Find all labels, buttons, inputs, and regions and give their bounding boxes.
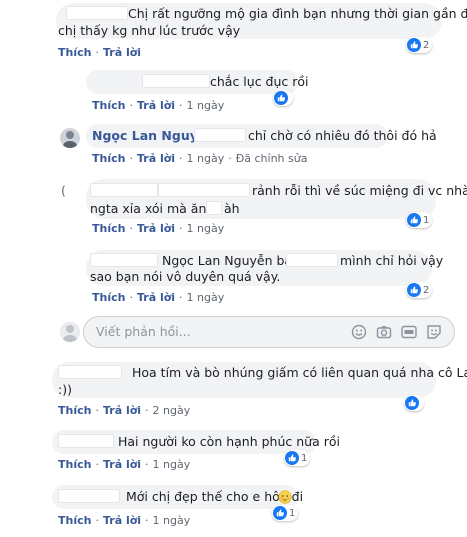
reply-button[interactable]: Trả lời — [103, 46, 141, 59]
comment-text: sao bạn nói vô duyên quá vậy. — [90, 269, 281, 284]
reply-button[interactable]: Trả lời — [103, 514, 141, 527]
reply-input[interactable]: Viết phản hồi... — [83, 316, 455, 348]
comment-text: chắc lục đục rồi — [210, 74, 309, 89]
comment-meta: Thích · Trả lời · 2 ngày — [58, 404, 191, 417]
timestamp: 2 ngày — [152, 404, 191, 417]
avatar[interactable] — [60, 128, 80, 148]
comment-bubble: rảnh rỗi thì về súc miệng đi vc nhà ngta… — [86, 179, 467, 219]
like-button[interactable]: Thích — [58, 514, 91, 527]
reply-placeholder: Viết phản hồi... — [96, 324, 191, 339]
comment-bubble: chắc lục đục rồi — [86, 70, 309, 94]
reaction-count[interactable]: 1 — [406, 212, 433, 228]
redacted-name — [194, 128, 246, 142]
like-button[interactable]: Thích — [58, 458, 91, 471]
comment-bubble: Hoa tím và bò nhúng giấm có liên quan qu… — [52, 362, 467, 398]
gif-icon[interactable] — [401, 324, 417, 340]
camera-icon[interactable] — [376, 324, 392, 340]
like-icon — [274, 91, 288, 105]
comment-bubble: Hai người ko còn hạnh phúc nữa rồi — [52, 430, 340, 454]
redacted-name — [90, 183, 158, 197]
reply-button[interactable]: Trả lời — [137, 291, 175, 304]
redacted-name — [90, 253, 158, 267]
redacted-name — [206, 201, 222, 215]
comment-meta: Thích · Trả lời · 1 ngày · Đã chỉnh sửa — [92, 152, 308, 165]
like-icon — [407, 213, 421, 227]
reaction-count[interactable] — [404, 395, 424, 411]
reaction-count[interactable]: 2 — [406, 282, 433, 298]
like-icon — [407, 283, 421, 297]
comment-bubble: Chị rất ngưỡng mộ gia đình bạn nhưng thờ… — [56, 3, 467, 39]
timestamp: 1 ngày — [152, 514, 191, 527]
timestamp: 1 ngày — [186, 152, 225, 165]
comment-text: chỉ chờ có nhiêu đó thôi đó hả — [248, 128, 437, 143]
comment-text: Hai người ko còn hạnh phúc nữa rồi — [118, 434, 340, 449]
comment-bubble: Ngọc Lan Nguyễn bạn mình chỉ hỏi vậy sao… — [86, 250, 443, 286]
comment-text: àh — [224, 201, 240, 216]
like-button[interactable]: Thích — [58, 404, 91, 417]
redacted-name — [58, 365, 122, 379]
reaction-count[interactable]: 1 — [284, 450, 311, 466]
like-icon — [407, 38, 421, 52]
reaction-count[interactable]: 2 — [406, 37, 433, 53]
like-button[interactable]: Thích — [92, 222, 125, 235]
comment-text: ngta xỉa xói mà ăn — [90, 201, 207, 216]
timestamp: 1 ngày — [186, 222, 225, 235]
comment-meta: Thích · Trả lời · 1 ngày — [92, 99, 225, 112]
emoji-icon[interactable] — [351, 324, 367, 340]
avatar-fragment: ( — [61, 183, 66, 198]
comment-meta: Thích · Trả lời — [58, 46, 142, 59]
like-button[interactable]: Thích — [92, 152, 125, 165]
like-button[interactable]: Thích — [92, 99, 125, 112]
timestamp: 1 ngày — [186, 291, 225, 304]
comment-text: :)) — [58, 382, 72, 397]
reply-button[interactable]: Trả lời — [103, 458, 141, 471]
redacted-name — [58, 434, 114, 448]
timestamp: 1 ngày — [186, 99, 225, 112]
reply-button[interactable]: Trả lời — [137, 99, 175, 112]
edited-label[interactable]: Đã chỉnh sửa — [236, 152, 308, 165]
comment-text: chị thấy kg như lúc trước vậy — [58, 23, 241, 38]
redacted-name — [142, 74, 210, 88]
comment-meta: Thích · Trả lời · 1 ngày — [92, 222, 225, 235]
comment-meta: Thích · Trả lời · 1 ngày — [58, 514, 191, 527]
like-icon — [405, 396, 419, 410]
redacted-name — [158, 183, 250, 197]
comment-bubble: Ngọc Lan Nguyễn chỉ chờ có nhiêu đó thôi… — [86, 124, 437, 148]
comment-meta: Thích · Trả lời · 1 ngày — [58, 458, 191, 471]
comment-text: Hoa tím và bò nhúng giấm có liên quan qu… — [132, 365, 467, 380]
reply-button[interactable]: Trả lời — [103, 404, 141, 417]
redacted-name — [286, 253, 338, 267]
comment-text: Mới chị đẹp thế cho e hôn đi — [126, 489, 304, 504]
sticker-icon[interactable] — [426, 324, 442, 340]
comment-text: rảnh rỗi thì về súc miệng đi vc nhà — [252, 183, 467, 198]
comment-text: mình chỉ hỏi vậy — [340, 253, 444, 268]
like-button[interactable]: Thích — [92, 291, 125, 304]
like-icon — [285, 451, 299, 465]
comment-text: Ngọc Lan Nguyễn bạn — [162, 253, 301, 268]
redacted-name — [58, 489, 120, 503]
reply-button[interactable]: Trả lời — [137, 222, 175, 235]
comment-bubble: Mới chị đẹp thế cho e hôn đi — [52, 485, 303, 509]
like-button[interactable]: Thích — [58, 46, 91, 59]
reaction-count[interactable] — [273, 90, 293, 106]
timestamp: 1 ngày — [152, 458, 191, 471]
comment-meta: Thích · Trả lời · 1 ngày — [92, 291, 225, 304]
like-icon — [273, 506, 287, 520]
avatar — [60, 322, 80, 342]
comment-text: Chị rất ngưỡng mộ gia đình bạn nhưng thờ… — [128, 6, 467, 21]
reply-button[interactable]: Trả lời — [137, 152, 175, 165]
redacted-name — [66, 6, 128, 20]
reaction-count[interactable]: 1 — [272, 505, 299, 521]
